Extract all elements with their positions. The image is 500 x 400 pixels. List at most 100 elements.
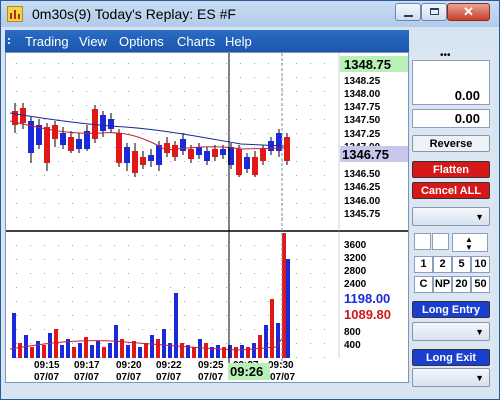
- grid-dot: [100, 203, 101, 204]
- date-tick: 07/07: [198, 372, 223, 382]
- grid-dot: [296, 301, 297, 302]
- menu-view[interactable]: View: [79, 34, 107, 49]
- grid-dot: [86, 189, 87, 190]
- grid-dot: [16, 301, 17, 302]
- volume-bar: [102, 347, 106, 358]
- qty-button-2[interactable]: 2: [433, 256, 452, 273]
- exit-order-dropdown[interactable]: ▼: [412, 368, 490, 387]
- title-bar[interactable]: 0m30s(9) Today's Replay: ES #F ✕: [1, 1, 499, 27]
- long-exit-button[interactable]: Long Exit: [412, 349, 490, 366]
- close-button[interactable]: ✕: [447, 3, 490, 21]
- grid-dot: [324, 119, 325, 120]
- menu-trading[interactable]: Trading: [25, 34, 69, 49]
- qty-cell[interactable]: [432, 233, 449, 250]
- grid-dot: [198, 77, 199, 78]
- grid-dot: [198, 189, 199, 190]
- grid-dot: [44, 301, 45, 302]
- minimize-button[interactable]: [395, 3, 421, 21]
- spin-down-icon[interactable]: ▼: [465, 243, 473, 252]
- qty-button-5[interactable]: 5: [452, 256, 471, 273]
- horizontal-scrollbar[interactable]: [5, 384, 409, 396]
- price-tick: 1347.50: [344, 115, 381, 126]
- grid-dot: [212, 301, 213, 302]
- grid-dot: [100, 77, 101, 78]
- candle-body: [180, 139, 186, 151]
- order-type-dropdown[interactable]: ▼: [412, 207, 490, 226]
- grid-dot: [310, 161, 311, 162]
- pnl-value: 0.00: [454, 111, 480, 126]
- grid-dot: [324, 301, 325, 302]
- entry-order-dropdown[interactable]: ▼: [412, 322, 490, 341]
- candle-body: [196, 147, 202, 155]
- grid-dot: [324, 343, 325, 344]
- qty-button-10[interactable]: 10: [471, 256, 490, 273]
- app-chart-icon: [7, 6, 23, 22]
- chart-area[interactable]: 1348.75 1348.25 1348.00 1347.75 1347.50 …: [5, 52, 409, 383]
- volume-bar: [54, 329, 58, 358]
- grid-dot: [170, 245, 171, 246]
- volume-tick: 3600: [344, 240, 367, 251]
- volume-bar: [156, 339, 160, 358]
- menu-bar: Trading View Options Charts Help: [5, 30, 409, 52]
- grid-dot: [142, 175, 143, 176]
- grid-dot: [226, 343, 227, 344]
- menu-help[interactable]: Help: [225, 34, 252, 49]
- grid-dot: [310, 245, 311, 246]
- grid-dot: [72, 245, 73, 246]
- flatten-button[interactable]: Flatten: [412, 161, 490, 178]
- grid-dot: [226, 203, 227, 204]
- cancel-all-button[interactable]: Cancel ALL: [412, 182, 490, 199]
- time-tick: 09:15: [34, 360, 60, 371]
- grid-dot: [212, 343, 213, 344]
- grid-dot: [212, 329, 213, 330]
- chart-canvas[interactable]: 1348.75 1348.25 1348.00 1347.75 1347.50 …: [6, 53, 408, 382]
- grid-dot: [30, 287, 31, 288]
- grid-dot: [58, 105, 59, 106]
- grid-dot: [100, 63, 101, 64]
- price-tick: 1346.00: [344, 196, 381, 207]
- grid-dot: [128, 301, 129, 302]
- grid-dot: [142, 301, 143, 302]
- menu-charts[interactable]: Charts: [177, 34, 215, 49]
- grid-dot: [30, 91, 31, 92]
- grid-dot: [58, 315, 59, 316]
- chevron-down-icon: ▼: [475, 212, 484, 222]
- grid-dot: [170, 133, 171, 134]
- menu-options[interactable]: Options: [119, 34, 164, 49]
- grid-dot: [30, 63, 31, 64]
- grid-dot: [324, 217, 325, 218]
- grid-dot: [268, 343, 269, 344]
- qty-spinner[interactable]: ▲ ▼: [452, 233, 488, 252]
- grid-dot: [240, 259, 241, 260]
- grid-dot: [114, 273, 115, 274]
- grid-dot: [282, 91, 283, 92]
- qty-button-clear[interactable]: C: [414, 276, 433, 293]
- qty-button-50[interactable]: 50: [471, 276, 490, 293]
- grid-dot: [16, 161, 17, 162]
- grid-dot: [156, 133, 157, 134]
- grid-dot: [310, 217, 311, 218]
- volume-bar: [162, 329, 166, 358]
- grid-dot: [114, 245, 115, 246]
- grid-dot: [184, 175, 185, 176]
- reverse-button[interactable]: Reverse: [412, 135, 490, 152]
- maximize-button[interactable]: [421, 3, 447, 21]
- menu-grip-icon[interactable]: [8, 38, 12, 44]
- grid-dot: [170, 273, 171, 274]
- qty-button-1[interactable]: 1: [414, 256, 433, 273]
- qty-button-np[interactable]: NP: [433, 276, 452, 293]
- qty-cell[interactable]: [414, 233, 431, 250]
- grid-dot: [198, 175, 199, 176]
- grid-dot: [44, 217, 45, 218]
- long-entry-button[interactable]: Long Entry: [412, 301, 490, 318]
- qty-button-20[interactable]: 20: [452, 276, 471, 293]
- grid-dot: [58, 259, 59, 260]
- grid-dot: [142, 105, 143, 106]
- grid-dot: [86, 273, 87, 274]
- grid-dot: [324, 357, 325, 358]
- volume-bar: [60, 345, 64, 358]
- chevron-down-icon: ▼: [475, 327, 484, 337]
- grid-dot: [72, 315, 73, 316]
- grid-dot: [58, 245, 59, 246]
- grid-dot: [86, 161, 87, 162]
